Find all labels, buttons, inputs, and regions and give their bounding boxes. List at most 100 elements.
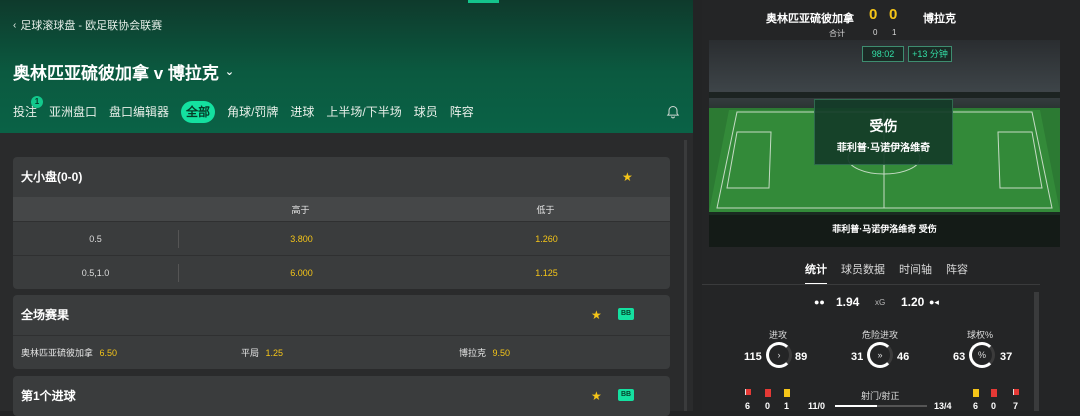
star-icon[interactable]: ★ (591, 295, 602, 335)
away-reds: 0 (991, 401, 997, 411)
star-icon[interactable]: ★ (591, 376, 602, 416)
col-under: 低于 (536, 204, 555, 215)
bet-builder-badge: BB (618, 389, 634, 401)
bell-icon[interactable] (666, 105, 680, 119)
tab-bets-badge: 1 (31, 96, 43, 108)
scrollbar[interactable] (684, 140, 687, 411)
chevron-left-icon[interactable]: ‹ (13, 20, 16, 31)
tab-corners-cards[interactable]: 角球/罚牌 (227, 101, 278, 123)
attacks-ring-icon: › (766, 342, 792, 368)
market-full-time: 全场赛果 ★ BB 奥林匹亚硫彼加拿 6.50 平局 1.25 博拉克 9.50 (13, 295, 670, 369)
market-over-under: 大小盘(0-0) ★ 高于 低于 0.5 3.800 1.260 0.5,1.0… (13, 157, 670, 289)
event-player: 菲利普·马诺伊洛维奇 (836, 143, 931, 154)
tab-player-stats[interactable]: 球员数据 (841, 261, 885, 285)
line-value: 0.5,1.0 (81, 267, 110, 278)
table-row: 0.5 3.800 1.260 (13, 221, 670, 255)
outcome-draw[interactable]: 平局 1.25 (241, 346, 459, 359)
tab-lineup[interactable]: 阵容 (946, 261, 968, 285)
tab-halves[interactable]: 上半场/下半场 (326, 101, 401, 123)
market-title[interactable]: 大小盘(0-0) ★ (13, 157, 670, 197)
bet-builder-badge: BB (618, 308, 634, 320)
corner-flag-icon (1013, 389, 1019, 395)
tab-bets[interactable]: 投注 1 (13, 96, 43, 123)
market-tabs: 投注 1 亚洲盘口 盘口编辑器 全部 角球/罚牌 进球 上半场/下半场 球员 阵… (13, 96, 486, 123)
shots-label: 射门/射正 (861, 391, 900, 401)
possession-ring-icon: % (969, 342, 995, 368)
home-team-name: 奥林匹亚硫彼加拿 (766, 13, 854, 25)
home-score: 0 (869, 6, 878, 23)
attacks-label: 进攻 (769, 330, 788, 340)
possession-label: 球权% (967, 330, 994, 340)
breadcrumb[interactable]: ‹ 足球滚球盘 - 欧足联协会联赛 (13, 17, 162, 33)
xg-dot-icon: ●◂ (929, 297, 939, 307)
yellow-card-icon (973, 389, 979, 397)
breadcrumb-label[interactable]: 足球滚球盘 - 欧足联协会联赛 (20, 17, 162, 33)
event-overlay: 受伤 菲利普·马诺伊洛维奇 (814, 99, 953, 165)
chevron-down-icon[interactable]: ⌄ (225, 65, 234, 78)
tab-lineups[interactable]: 阵容 (450, 101, 474, 123)
possession-home: 63 (953, 351, 966, 363)
market-title-text: 第1个进球 (21, 389, 76, 403)
extra-time: +13 分钟 (908, 46, 952, 62)
home-reds: 0 (765, 401, 771, 411)
odds-over[interactable]: 3.800 (179, 234, 424, 244)
tab-stats[interactable]: 统计 (805, 261, 827, 285)
home-corners: 6 (745, 401, 751, 411)
corner-flag-icon (745, 389, 751, 395)
odds-over[interactable]: 6.000 (179, 268, 424, 278)
red-card-icon (765, 389, 771, 397)
yellow-card-icon (784, 389, 790, 397)
away-score: 0 (889, 6, 898, 23)
tab-players[interactable]: 球员 (414, 101, 438, 123)
scrollbar[interactable] (1034, 292, 1039, 411)
total-label: 合计 (829, 29, 845, 38)
tab-timeline[interactable]: 时间轴 (899, 261, 932, 285)
table-row: 0.5,1.0 6.000 1.125 (13, 255, 670, 289)
market-title-text: 全场赛果 (21, 308, 70, 322)
odds-under[interactable]: 1.125 (424, 268, 669, 278)
tab-asian[interactable]: 亚洲盘口 (49, 101, 97, 123)
event-title: 受伤 (869, 118, 898, 134)
tab-market-editor[interactable]: 盘口编辑器 (109, 101, 169, 123)
xg-home: 1.94 (836, 295, 860, 309)
red-card-icon (991, 389, 997, 397)
tab-goals[interactable]: 进球 (290, 101, 314, 123)
col-over: 高于 (291, 204, 310, 215)
away-team-name: 博拉克 (923, 13, 956, 25)
market-first-goal: 第1个进球 ★ BB (13, 376, 670, 416)
event-ticker: 菲利普·马诺伊洛维奇 受伤 (709, 215, 1060, 247)
danger-away: 46 (897, 351, 910, 363)
market-title[interactable]: 全场赛果 ★ BB (13, 295, 670, 335)
markets-panel: ‹ 足球滚球盘 - 欧足联协会联赛 奥林匹亚硫彼加拿 v 博拉克 ⌄ 投注 1 … (0, 0, 693, 416)
away-corners: 7 (1013, 401, 1019, 411)
match-header: ‹ 足球滚球盘 - 欧足联协会联赛 奥林匹亚硫彼加拿 v 博拉克 ⌄ 投注 1 … (0, 0, 693, 133)
match-title[interactable]: 奥林匹亚硫彼加拿 v 博拉克 ⌄ (13, 59, 234, 84)
shots-home: 11/0 (808, 401, 826, 411)
danger-ring-icon: » (867, 342, 893, 368)
divider (702, 284, 1040, 285)
home-total: 0 (873, 28, 878, 37)
xg-away: 1.20 (901, 295, 925, 309)
star-icon[interactable]: ★ (622, 157, 633, 197)
match-title-text: 奥林匹亚硫彼加拿 v 博拉克 (13, 64, 219, 83)
xg-label: xG (875, 298, 886, 307)
active-indicator (468, 0, 499, 3)
attacks-home: 115 (744, 351, 762, 363)
tab-all[interactable]: 全部 (181, 101, 216, 123)
outcome-away[interactable]: 博拉克 9.50 (459, 346, 669, 359)
match-clock: 98:02 (862, 46, 904, 62)
stats-tabs: 统计 球员数据 时间轴 阵容 (805, 261, 968, 285)
danger-home: 31 (851, 351, 864, 363)
column-header: 高于 低于 (13, 197, 670, 221)
outcome-home[interactable]: 奥林匹亚硫彼加拿 6.50 (21, 346, 241, 359)
outcome-row: 奥林匹亚硫彼加拿 6.50 平局 1.25 博拉克 9.50 (13, 335, 670, 369)
shots-bar (835, 405, 927, 407)
danger-label: 危险进攻 (862, 330, 899, 340)
line-value: 0.5 (89, 233, 102, 244)
away-yellows: 6 (973, 401, 979, 411)
away-total: 1 (892, 28, 897, 37)
odds-under[interactable]: 1.260 (424, 234, 669, 244)
market-title-text: 大小盘(0-0) (21, 170, 83, 184)
xg-dots-icon: ●● (814, 297, 825, 307)
market-title[interactable]: 第1个进球 ★ BB (13, 376, 670, 416)
